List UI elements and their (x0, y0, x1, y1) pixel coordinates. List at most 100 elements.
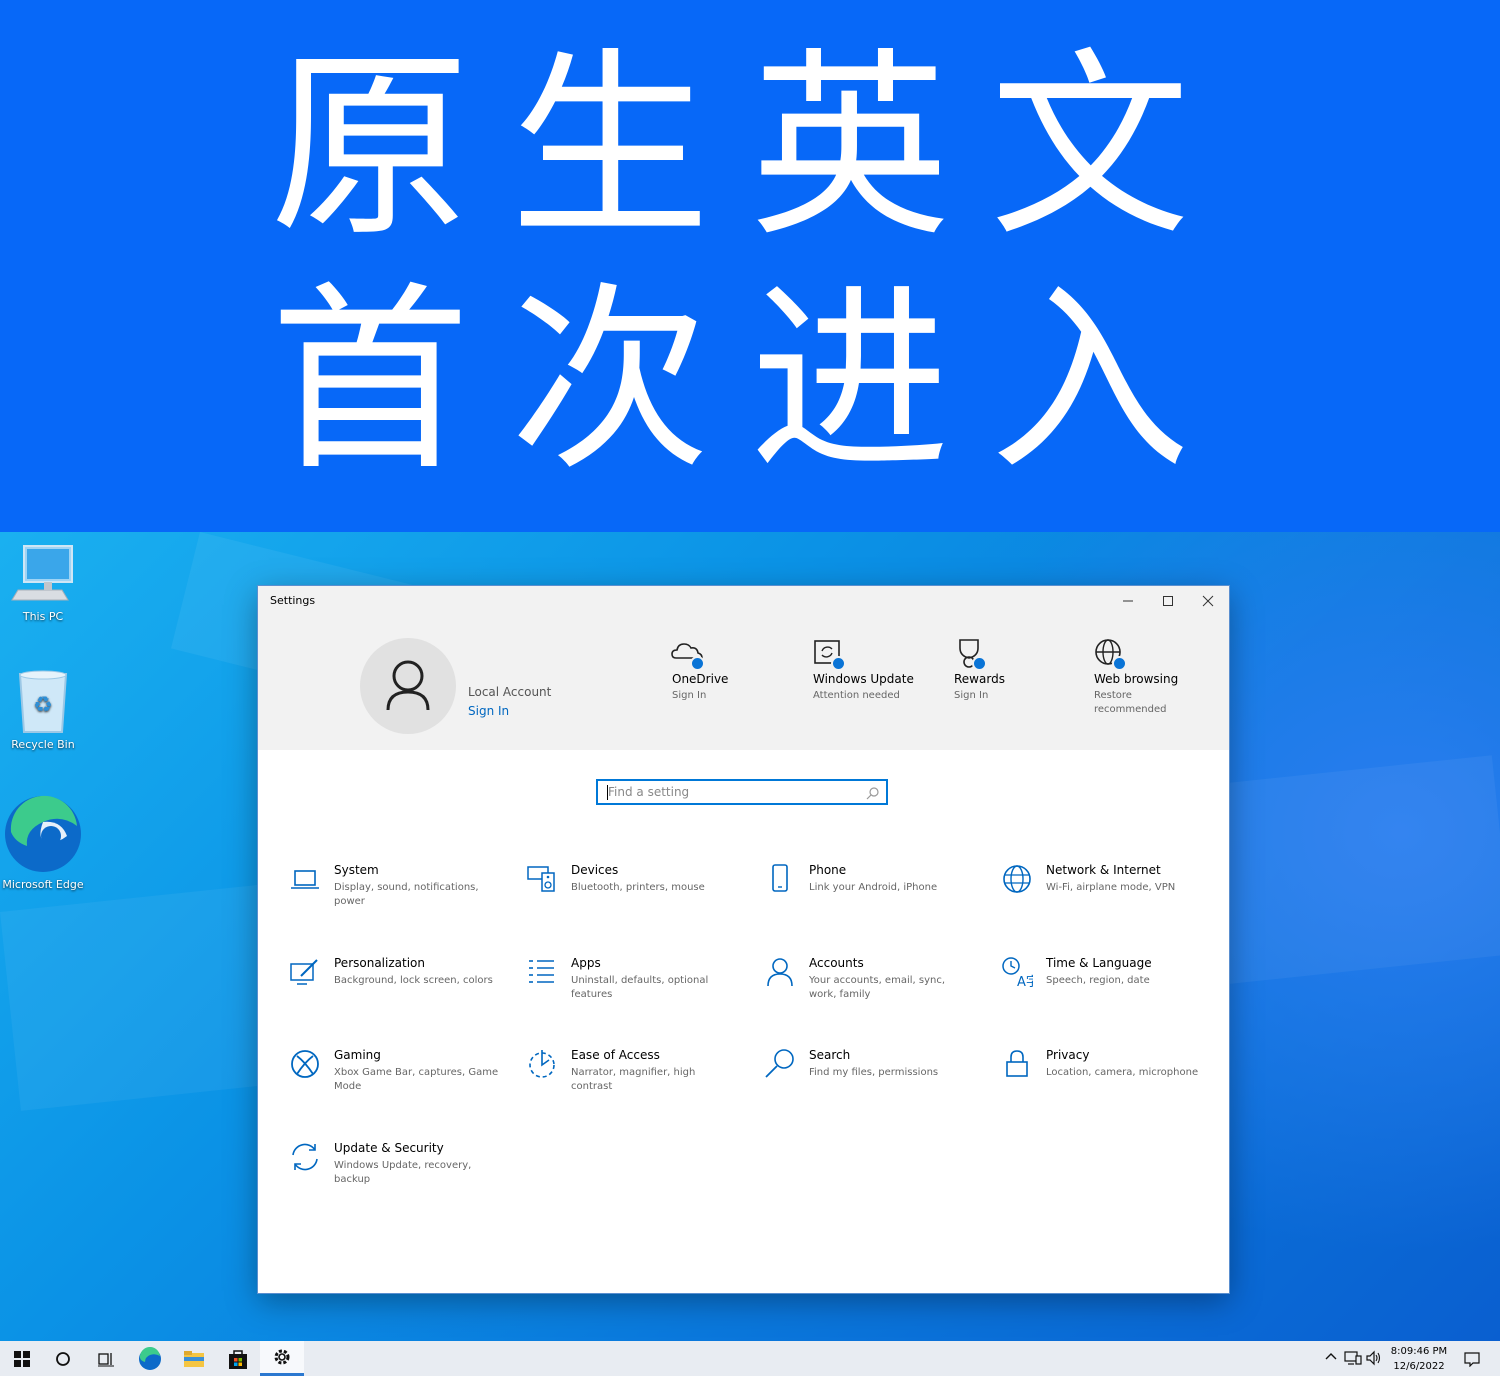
category-gaming[interactable]: Gaming Xbox Game Bar, captures, Game Mod… (289, 1048, 504, 1118)
category-desc: Speech, region, date (1046, 975, 1150, 986)
globe-icon (1003, 865, 1031, 893)
category-desc: Display, sound, notifications, power (334, 882, 479, 907)
desktop-icon-label: Recycle Bin (11, 738, 75, 751)
clock-date: 12/6/2022 (1393, 1361, 1445, 1372)
header-item-onedrive[interactable]: OneDrive Sign In (670, 636, 802, 703)
edge-icon (5, 795, 81, 872)
category-name: Apps (571, 956, 601, 970)
category-desc: Background, lock screen, colors (334, 975, 493, 986)
category-apps[interactable]: Apps Uninstall, defaults, optional featu… (526, 956, 741, 1026)
category-accounts[interactable]: Accounts Your accounts, email, sync, wor… (764, 956, 979, 1026)
chevron-up-icon[interactable] (1324, 1350, 1338, 1364)
category-personalization[interactable]: Personalization Background, lock screen,… (289, 956, 504, 1026)
task-view-icon (98, 1352, 114, 1366)
lock-icon (1006, 1050, 1028, 1077)
category-phone[interactable]: Phone Link your Android, iPhone (764, 863, 979, 933)
laptop-icon (291, 870, 319, 889)
search-placeholder: Find a setting (608, 785, 690, 799)
network-icon[interactable] (1344, 1350, 1362, 1366)
start-button[interactable] (0, 1341, 44, 1376)
header-item-name: Windows Update (813, 672, 914, 686)
close-button[interactable] (1188, 586, 1228, 616)
account-sign-in-link[interactable]: Sign In (468, 704, 509, 718)
minimize-icon (1123, 600, 1133, 602)
header-item-sub: Sign In (954, 690, 989, 701)
header-item-sub: Sign In (672, 690, 707, 701)
category-privacy[interactable]: Privacy Location, camera, microphone (1001, 1048, 1216, 1118)
category-name: Ease of Access (571, 1048, 660, 1062)
category-name: Privacy (1046, 1048, 1090, 1062)
category-name: Accounts (809, 956, 864, 970)
search-input[interactable]: Find a setting (596, 779, 888, 805)
clock-time: 8:09:46 PM (1390, 1346, 1448, 1357)
settings-header: Local Account Sign In OneDrive Sign In W… (258, 616, 1229, 750)
clock[interactable]: 8:09:46 PM 12/6/2022 (1384, 1344, 1454, 1374)
category-name: Time & Language (1046, 956, 1152, 970)
category-system[interactable]: System Display, sound, notifications, po… (289, 863, 504, 933)
svg-text:A字: A字 (1017, 975, 1033, 988)
category-desc: Windows Update, recovery, backup (334, 1160, 472, 1185)
category-desc: Wi-Fi, airplane mode, VPN (1046, 882, 1176, 893)
phone-icon (772, 864, 788, 892)
category-desc: Find my files, permissions (809, 1067, 939, 1078)
window-title: Settings (270, 594, 316, 607)
maximize-icon (1163, 596, 1173, 606)
category-ease-of-access[interactable]: Ease of Access Narrator, magnifier, high… (526, 1048, 741, 1118)
sync-arrows-icon (292, 1143, 318, 1171)
search-button[interactable] (41, 1341, 85, 1376)
notification-icon[interactable] (1464, 1351, 1480, 1367)
account-name: Local Account (468, 685, 552, 699)
category-name: Search (809, 1048, 851, 1062)
header-item-windows-update[interactable]: Windows Update Attention needed (813, 636, 943, 703)
banner-line-1: 原生英文 (269, 31, 1230, 264)
taskbar-file-explorer[interactable] (172, 1341, 216, 1376)
title-bar[interactable]: Settings (258, 586, 1229, 616)
volume-icon[interactable] (1366, 1350, 1382, 1366)
category-search[interactable]: Search Find my files, permissions (764, 1048, 979, 1118)
maximize-button[interactable] (1148, 586, 1188, 616)
header-item-web-browsing[interactable]: Web browsing Restore recommended (1094, 636, 1224, 717)
recycle-bin-icon: ♻ (18, 670, 68, 733)
paint-brush-icon (290, 959, 318, 985)
minimize-button[interactable] (1108, 586, 1148, 616)
taskbar: 8:09:46 PM 12/6/2022 (0, 1341, 1500, 1376)
avatar[interactable] (360, 638, 456, 734)
xbox-icon (291, 1050, 319, 1078)
category-desc: Link your Android, iPhone (809, 882, 938, 893)
person-icon (767, 958, 793, 987)
ease-of-access-icon (529, 1050, 555, 1078)
taskbar-settings[interactable] (260, 1341, 304, 1376)
category-name: Phone (809, 863, 847, 877)
category-name: Personalization (334, 956, 425, 970)
category-time-language[interactable]: A字 Time & Language Speech, region, date (1001, 956, 1216, 1026)
header-item-sub: Attention needed (813, 690, 900, 701)
task-view-button[interactable] (84, 1341, 128, 1376)
svg-text:♻: ♻ (33, 693, 53, 718)
category-desc: Xbox Game Bar, captures, Game Mode (334, 1067, 499, 1092)
settings-window: Settings Local Account Sign In OneDrive … (258, 586, 1229, 1293)
desktop-icon-this-pc[interactable]: This PC (0, 542, 86, 623)
cortana-circle-icon (56, 1351, 70, 1366)
person-icon (386, 660, 430, 711)
taskbar-store[interactable] (216, 1341, 260, 1376)
header-item-name: Web browsing (1094, 672, 1179, 686)
category-desc: Narrator, magnifier, high contrast (571, 1067, 696, 1092)
desktop-icon-recycle-bin[interactable]: ♻ Recycle Bin (0, 668, 86, 751)
time-language-icon: A字 (1002, 957, 1033, 988)
category-name: Network & Internet (1046, 863, 1161, 877)
header-item-rewards[interactable]: Rewards Sign In (954, 636, 1084, 703)
store-bag-icon (229, 1349, 247, 1369)
header-item-name: Rewards (954, 672, 1005, 686)
category-network[interactable]: Network & Internet Wi-Fi, airplane mode,… (1001, 863, 1216, 933)
folder-icon (184, 1350, 204, 1367)
desktop-icon-label: This PC (22, 610, 64, 623)
category-devices[interactable]: Devices Bluetooth, printers, mouse (526, 863, 741, 933)
onedrive-cloud-icon (670, 636, 706, 672)
taskbar-edge[interactable] (128, 1341, 172, 1376)
windows-logo-icon (14, 1350, 30, 1367)
rewards-trophy-icon (952, 636, 988, 672)
desktop-icon-edge[interactable]: Microsoft Edge (0, 792, 86, 891)
category-desc: Your accounts, email, sync, work, family (809, 975, 946, 1000)
header-item-sub: Restore recommended (1094, 690, 1167, 715)
category-update-security[interactable]: Update & Security Windows Update, recove… (289, 1141, 504, 1211)
